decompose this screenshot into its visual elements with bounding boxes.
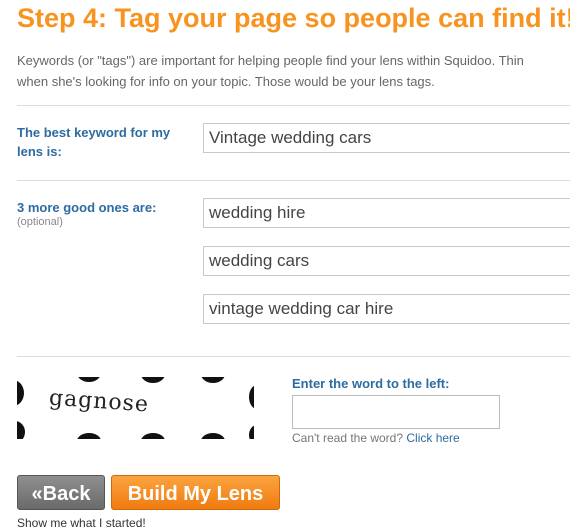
captcha-input[interactable] bbox=[292, 395, 500, 429]
back-button[interactable]: «Back bbox=[17, 475, 105, 510]
more-keywords-label: 3 more good ones are: bbox=[17, 200, 157, 215]
divider bbox=[17, 356, 570, 357]
page-title: Step 4: Tag your page so people can find… bbox=[17, 3, 570, 33]
keyword-input-4[interactable] bbox=[203, 294, 570, 324]
keyword-input-2[interactable] bbox=[203, 198, 570, 228]
best-keyword-input[interactable] bbox=[203, 123, 570, 153]
divider bbox=[17, 105, 570, 106]
intro-text: Keywords (or "tags") are important for h… bbox=[17, 50, 570, 92]
best-keyword-label: The best keyword for my lens is: bbox=[17, 125, 171, 159]
intro-line-2: when she's looking for info on your topi… bbox=[17, 74, 435, 89]
show-me-link[interactable]: Show me what I started! bbox=[17, 516, 146, 530]
captcha-label: Enter the word to the left: bbox=[292, 376, 450, 391]
intro-line-1: Keywords (or "tags") are important for h… bbox=[17, 53, 524, 68]
captcha-image: gagnose bbox=[17, 377, 254, 439]
keyword-input-3[interactable] bbox=[203, 246, 570, 276]
build-my-lens-button[interactable]: Build My Lens bbox=[111, 475, 280, 510]
captcha-help: Can't read the word? Click here bbox=[292, 431, 460, 445]
optional-label: (optional) bbox=[17, 216, 63, 228]
click-here-link[interactable]: Click here bbox=[406, 431, 459, 445]
divider bbox=[17, 180, 570, 181]
cant-read-text: Can't read the word? bbox=[292, 431, 404, 445]
